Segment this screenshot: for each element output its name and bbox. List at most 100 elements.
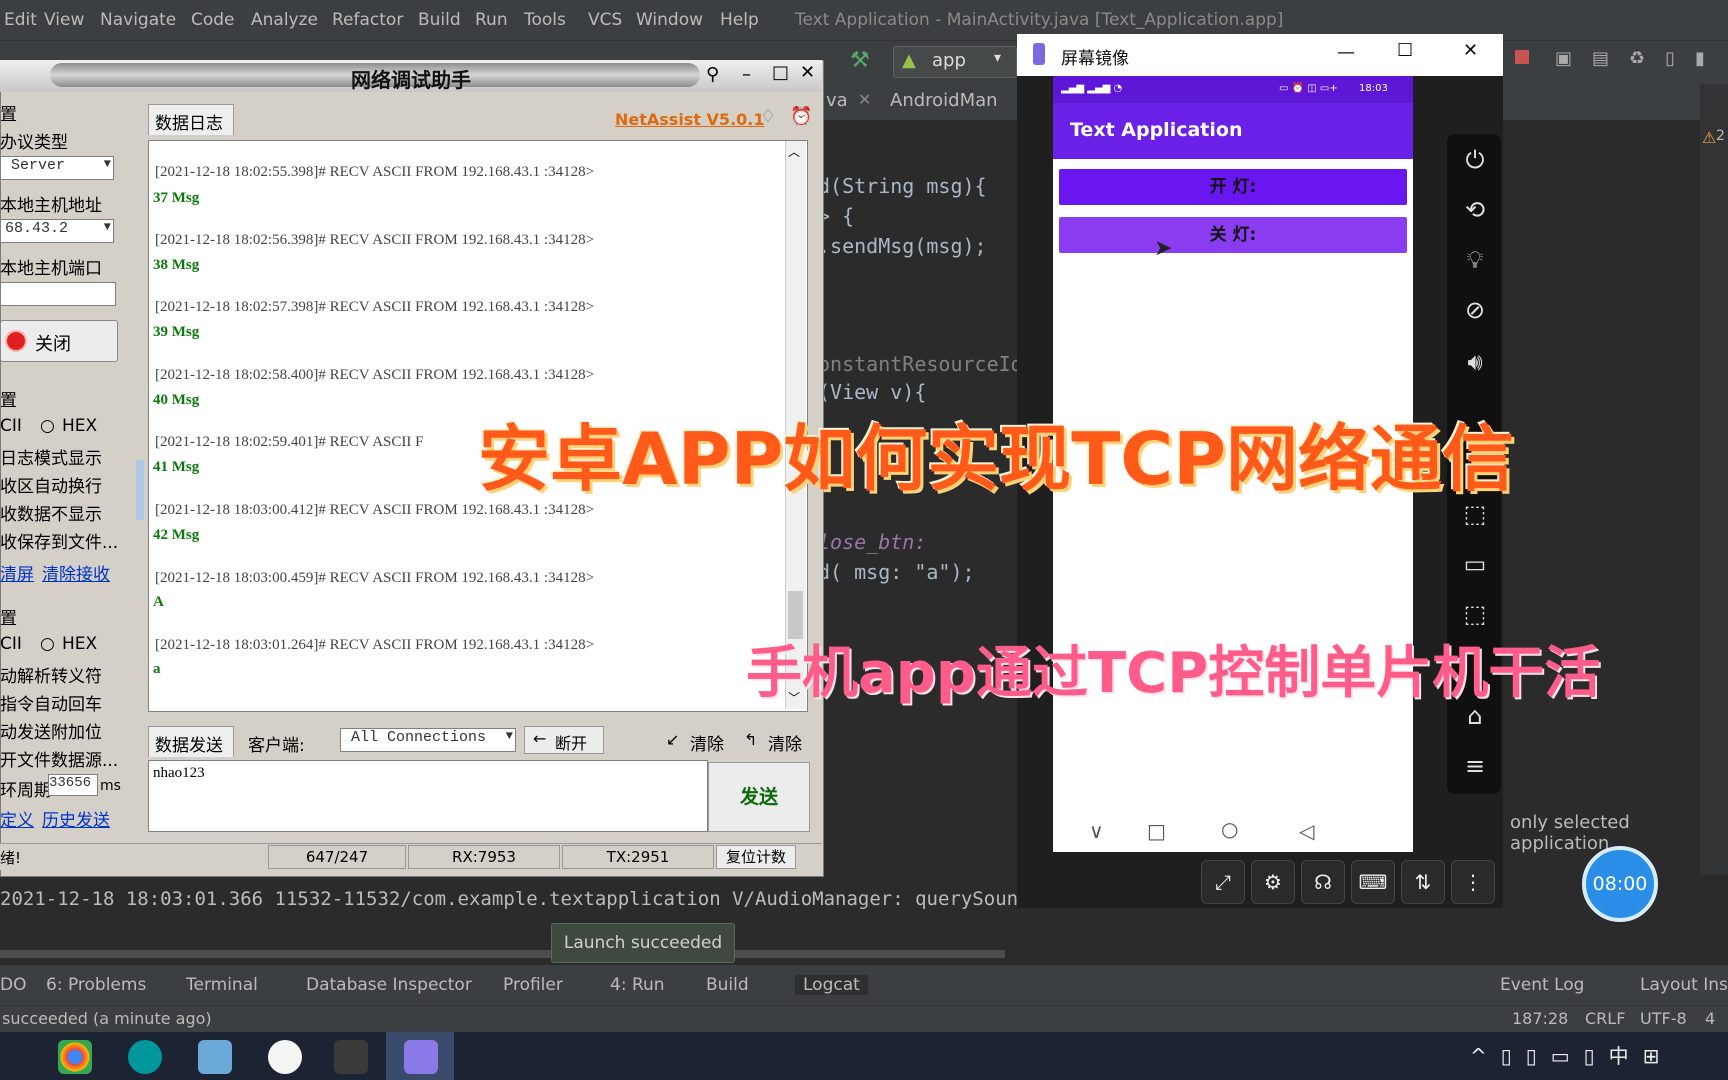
light-on-button[interactable]: 开 灯: bbox=[1059, 169, 1407, 205]
menu-run[interactable]: Run bbox=[475, 10, 508, 30]
ascii-radio[interactable]: CII bbox=[0, 634, 22, 654]
menu-edit[interactable]: Edit bbox=[4, 10, 37, 30]
diamond-icon[interactable]: ♢ bbox=[760, 106, 776, 127]
clear-recv-link[interactable]: 清除接收 bbox=[42, 560, 110, 585]
tab-run[interactable]: 4: Run bbox=[610, 975, 665, 995]
system-tray[interactable]: ^▯▯▭▯中⊞ bbox=[1470, 1040, 1673, 1069]
fullscreen-icon[interactable]: ⤢ bbox=[1201, 860, 1245, 904]
nav-down-icon[interactable]: ∨ bbox=[1089, 819, 1104, 843]
close-icon[interactable]: ✕ bbox=[800, 62, 815, 83]
light-off-button[interactable]: 关 灯: bbox=[1059, 217, 1407, 253]
maximize-icon[interactable]: ☐ bbox=[1397, 40, 1413, 61]
keyboard-icon[interactable]: ⌨ bbox=[1351, 860, 1395, 904]
editor-tab-java[interactable]: va bbox=[826, 90, 848, 111]
tab-logcat[interactable]: Logcat bbox=[795, 975, 868, 995]
menu-help[interactable]: Help bbox=[720, 10, 759, 30]
toolbar-icons[interactable]: ▣▤♻▯▮ bbox=[1555, 48, 1725, 69]
run-config-select[interactable]: ▲ app ▾ bbox=[893, 46, 1017, 78]
reset-count-button[interactable]: 复位计数 bbox=[716, 845, 796, 869]
cursor-position[interactable]: 187:28 bbox=[1512, 1009, 1568, 1028]
close-icon[interactable]: ✕ bbox=[1463, 40, 1478, 61]
define-link[interactable]: 定义 bbox=[0, 806, 34, 831]
clear-send-icon[interactable]: ↙ bbox=[666, 730, 679, 749]
send-option[interactable]: 开文件数据源... bbox=[0, 746, 118, 771]
menu-view[interactable]: View bbox=[44, 10, 84, 30]
screen-mirror-icon[interactable] bbox=[404, 1040, 438, 1074]
disconnect-button[interactable]: ← 断开 bbox=[524, 726, 604, 754]
tab-layout-inspector[interactable]: Layout Ins bbox=[1640, 975, 1728, 995]
bulb-off-icon[interactable]: ⊘ bbox=[1459, 294, 1491, 326]
line-ending[interactable]: CRLF bbox=[1585, 1009, 1625, 1028]
clear-send2-button[interactable]: 清除 bbox=[768, 730, 802, 755]
send-option[interactable]: 动发送附加位 bbox=[0, 718, 102, 743]
tab-todo[interactable]: DO bbox=[0, 975, 26, 995]
connection-select[interactable]: All Connections ▼ bbox=[340, 728, 516, 752]
clear-screen-link[interactable]: 清屏 bbox=[0, 560, 34, 585]
collapse-handle[interactable] bbox=[136, 460, 144, 520]
editor-tab-manifest[interactable]: AndroidMan bbox=[890, 90, 998, 111]
nav-back-icon[interactable]: ◁ bbox=[1299, 819, 1314, 843]
crop-icon[interactable]: ⬚ bbox=[1459, 598, 1491, 630]
cycle-input[interactable]: 33656 bbox=[48, 774, 98, 796]
rotate-icon[interactable]: ⟲ bbox=[1459, 194, 1491, 226]
menu-analyze[interactable]: Analyze bbox=[251, 10, 318, 30]
tab-data-log[interactable]: 数据日志 bbox=[148, 104, 234, 135]
nav-home-icon[interactable]: ○ bbox=[1221, 817, 1238, 841]
network-icon[interactable] bbox=[334, 1040, 368, 1074]
power-icon[interactable]: ⏻ bbox=[1459, 144, 1491, 176]
tab-data-send[interactable]: 数据发送 bbox=[148, 726, 234, 757]
file-encoding[interactable]: UTF-8 bbox=[1640, 1009, 1687, 1028]
volume-icon[interactable]: 🔊︎ bbox=[1459, 346, 1491, 378]
horizontal-scrollbar[interactable] bbox=[0, 950, 1005, 958]
minimize-icon[interactable]: — bbox=[1337, 42, 1355, 63]
radio-icon[interactable]: ○ bbox=[40, 416, 55, 436]
history-send-link[interactable]: 历史发送 bbox=[42, 806, 110, 831]
arduino-icon[interactable] bbox=[128, 1040, 162, 1074]
recording-timer[interactable]: 08:00 bbox=[1582, 846, 1658, 922]
nav-recents-icon[interactable]: □ bbox=[1147, 819, 1166, 843]
hammer-icon[interactable]: ⚒ bbox=[850, 48, 870, 73]
close-connection-button[interactable]: 关闭 bbox=[0, 320, 118, 362]
menu-navigate[interactable]: Navigate bbox=[100, 10, 176, 30]
video-icon[interactable]: ▭ bbox=[1459, 548, 1491, 580]
warning-icon[interactable]: ⚠ bbox=[1702, 128, 1716, 147]
stop-icon[interactable] bbox=[1515, 50, 1529, 64]
menu-vcs[interactable]: VCS bbox=[588, 10, 622, 30]
recv-option[interactable]: 收数据不显示 bbox=[0, 500, 102, 525]
hex-radio-label[interactable]: HEX bbox=[62, 416, 97, 436]
menu-build[interactable]: Build bbox=[418, 10, 461, 30]
recv-option[interactable]: 日志模式显示 bbox=[0, 444, 102, 469]
bell-icon[interactable]: ⏰ bbox=[790, 106, 812, 127]
version-link[interactable]: NetAssist V5.0.1 bbox=[615, 110, 764, 129]
recv-option[interactable]: 收区自动换行 bbox=[0, 472, 102, 497]
chevron-up-icon[interactable]: ︿ bbox=[788, 143, 800, 160]
tab-terminal[interactable]: Terminal bbox=[186, 975, 258, 995]
maximize-icon[interactable]: □ bbox=[772, 62, 789, 83]
adb-icon[interactable]: ⚙ bbox=[1251, 860, 1295, 904]
menu-icon[interactable]: ≡ bbox=[1459, 750, 1491, 782]
close-icon[interactable]: ✕ bbox=[858, 90, 871, 109]
menu-refactor[interactable]: Refactor bbox=[332, 10, 403, 30]
local-host-select[interactable]: 68.43.2 ▼ bbox=[0, 219, 114, 243]
menu-tools[interactable]: Tools bbox=[524, 10, 566, 30]
send-option[interactable]: 指令自动回车 bbox=[0, 690, 102, 715]
recv-option[interactable]: 收保存到文件... bbox=[0, 528, 118, 553]
menu-window[interactable]: Window bbox=[636, 10, 703, 30]
clear-send-button[interactable]: 清除 bbox=[690, 730, 724, 755]
chrome-icon[interactable] bbox=[58, 1040, 92, 1074]
ascii-radio[interactable]: CII bbox=[0, 416, 22, 436]
send-button[interactable]: 发送 bbox=[708, 762, 810, 832]
hex-radio-label[interactable]: HEX bbox=[62, 634, 97, 654]
tab-profiler[interactable]: Profiler bbox=[503, 975, 563, 995]
tab-problems[interactable]: 6: Problems bbox=[46, 975, 146, 995]
transfer-icon[interactable]: ⇅ bbox=[1401, 860, 1445, 904]
headset-icon[interactable]: ☊ bbox=[1301, 860, 1345, 904]
pin-icon[interactable]: ⚲ bbox=[706, 64, 719, 85]
mirror-titlebar[interactable]: 屏幕镜像 — ☐ ✕ bbox=[1017, 34, 1503, 76]
app-icon[interactable] bbox=[268, 1040, 302, 1074]
menu-code[interactable]: Code bbox=[191, 10, 235, 30]
protocol-select[interactable]: Server ▼ bbox=[0, 156, 114, 180]
minimize-icon[interactable]: – bbox=[742, 64, 751, 85]
local-port-input[interactable] bbox=[0, 282, 116, 306]
more-icon[interactable]: ⋮ bbox=[1451, 860, 1495, 904]
